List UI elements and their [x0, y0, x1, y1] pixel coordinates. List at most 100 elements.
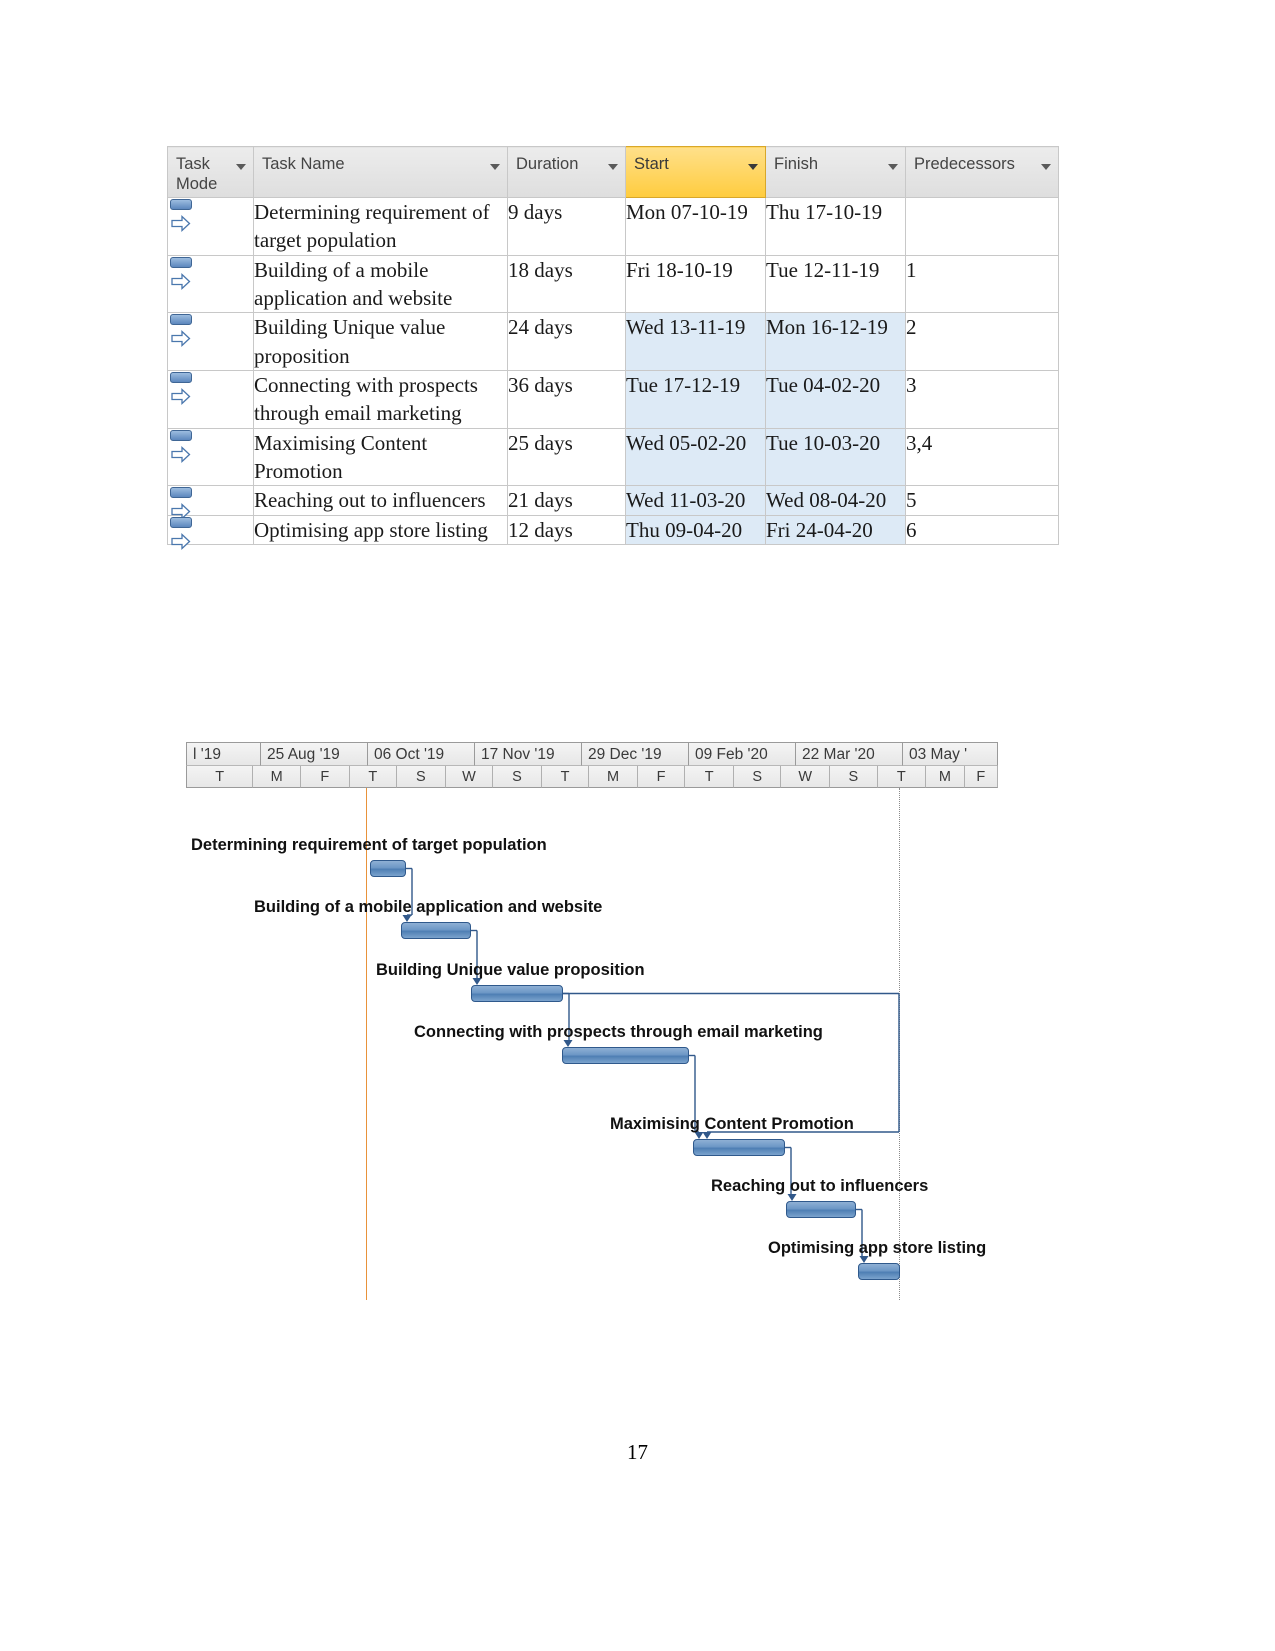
cell-start[interactable]: Wed 05-02-20	[625, 427, 766, 487]
cell-finish[interactable]: Tue 04-02-20	[765, 370, 906, 429]
gantt-bar-label: Building Unique value proposition	[376, 961, 645, 979]
cell-task-mode[interactable]	[167, 514, 254, 550]
task-mode-arrow-icon	[171, 442, 191, 470]
timescale-minor-cell: W	[781, 766, 830, 788]
cell-duration[interactable]: 25 days	[507, 427, 626, 487]
cell-task-name[interactable]: Reaching out to influencers	[253, 485, 508, 516]
cell-predecessors[interactable]: 5	[905, 485, 1059, 516]
filter-dropdown-arrow-icon[interactable]	[490, 164, 500, 170]
filter-dropdown-arrow-icon[interactable]	[1041, 164, 1051, 170]
column-header-task-mode-label: Task Mode	[176, 155, 218, 194]
cell-task-mode[interactable]	[167, 312, 254, 372]
cell-start[interactable]: Mon 07-10-19	[625, 197, 766, 256]
timescale-major-cell: 09 Feb '20	[689, 742, 796, 766]
timescale-major-cell: 29 Dec '19	[582, 742, 689, 766]
cell-finish[interactable]: Thu 17-10-19	[765, 197, 906, 256]
cell-task-mode[interactable]	[167, 370, 254, 429]
cell-start[interactable]: Wed 13-11-19	[625, 312, 766, 372]
column-header-predecessors[interactable]: Predecessors	[905, 146, 1059, 198]
cell-finish[interactable]: Tue 12-11-19	[765, 254, 906, 314]
timescale-major-cell: 22 Mar '20	[796, 742, 903, 766]
timescale-minor-cell: T	[186, 766, 254, 788]
gantt-task-bar[interactable]	[471, 985, 563, 1002]
column-header-finish[interactable]: Finish	[765, 146, 906, 198]
cell-task-mode[interactable]	[167, 427, 254, 487]
cell-duration[interactable]: 36 days	[507, 370, 626, 429]
timescale-major-cell: 25 Aug '19	[261, 742, 368, 766]
filter-dropdown-arrow-icon[interactable]	[236, 164, 246, 170]
cell-duration[interactable]: 18 days	[507, 254, 626, 314]
cell-predecessors[interactable]: 1	[905, 254, 1059, 314]
cell-task-mode[interactable]	[167, 254, 254, 314]
task-dependency-links	[402, 867, 900, 1263]
task-mode-arrow-icon	[171, 384, 191, 412]
filter-dropdown-arrow-icon[interactable]	[888, 164, 898, 170]
table-row[interactable]: Building of a mobile application and web…	[167, 254, 1059, 314]
filter-dropdown-arrow-icon[interactable]	[608, 164, 618, 170]
cell-predecessors[interactable]: 6	[905, 514, 1059, 546]
cell-predecessors[interactable]: 2	[905, 312, 1059, 372]
cell-finish[interactable]: Tue 10-03-20	[765, 427, 906, 487]
gantt-task-bar[interactable]	[693, 1139, 785, 1156]
cell-predecessors[interactable]: 3	[905, 370, 1059, 429]
cell-task-name[interactable]: Maximising Content Promotion	[253, 427, 508, 487]
cell-task-name[interactable]: Connecting with prospects through email …	[253, 370, 508, 429]
column-header-task-name[interactable]: Task Name	[253, 146, 508, 198]
task-table-container: Task Mode Task Name Duration Start Finis…	[167, 146, 1059, 550]
table-row[interactable]: Reaching out to influencers 21 days Wed 11…	[167, 485, 1059, 521]
cell-task-mode[interactable]	[167, 197, 254, 256]
table-row[interactable]: Determining requirement of target popula…	[167, 197, 1059, 256]
filter-dropdown-arrow-icon[interactable]	[748, 164, 758, 170]
table-row[interactable]: Maximising Content Promotion 25 days Wed 0…	[167, 427, 1059, 487]
gantt-bar-label: Determining requirement of target popula…	[191, 836, 547, 854]
column-header-start-label: Start	[634, 155, 669, 173]
cell-start[interactable]: Fri 18-10-19	[625, 254, 766, 314]
cell-task-name[interactable]: Building of a mobile application and web…	[253, 254, 508, 314]
cell-task-name[interactable]: Determining requirement of target popula…	[253, 197, 508, 256]
cell-task-name[interactable]: Building Unique value proposition	[253, 312, 508, 372]
column-header-task-mode[interactable]: Task Mode	[167, 146, 254, 198]
timescale-major-row: l '19 25 Aug '19 06 Oct '19 17 Nov '19 29 De…	[186, 742, 998, 766]
task-mode-bar-icon	[170, 256, 192, 268]
cell-predecessors[interactable]	[905, 197, 1059, 256]
column-header-finish-label: Finish	[774, 155, 819, 173]
cell-duration[interactable]: 21 days	[507, 485, 626, 516]
project-finish-line-marker	[899, 788, 900, 1300]
cell-finish[interactable]: Fri 24-04-20	[765, 514, 906, 546]
column-header-duration[interactable]: Duration	[507, 146, 626, 198]
cell-task-mode[interactable]	[167, 485, 254, 521]
table-row[interactable]: Connecting with prospects through email …	[167, 370, 1059, 429]
cell-duration[interactable]: 24 days	[507, 312, 626, 372]
cell-start[interactable]: Thu 09-04-20	[625, 514, 766, 546]
timescale-minor-cell: M	[589, 766, 638, 788]
gantt-task-bar[interactable]	[786, 1201, 856, 1218]
timescale-minor-cell: F	[964, 766, 998, 788]
gantt-task-bar[interactable]	[858, 1263, 900, 1280]
column-header-task-name-label: Task Name	[262, 155, 345, 173]
cell-task-name[interactable]: Optimising app store listing	[253, 514, 508, 546]
gantt-task-bar[interactable]	[370, 860, 406, 877]
cell-finish[interactable]: Wed 08-04-20	[765, 485, 906, 516]
cell-start[interactable]: Wed 11-03-20	[625, 485, 766, 516]
cell-predecessors[interactable]: 3,4	[905, 427, 1059, 487]
timescale-minor-cell: F	[301, 766, 350, 788]
gantt-task-bar[interactable]	[562, 1047, 689, 1064]
table-body: Determining requirement of target popula…	[167, 197, 1059, 550]
cell-duration[interactable]: 9 days	[507, 197, 626, 256]
table-row[interactable]: Optimising app store listing 12 days Thu 0…	[167, 514, 1059, 550]
timescale-major-cell: 06 Oct '19	[368, 742, 475, 766]
task-mode-arrow-icon	[171, 211, 191, 239]
timescale-minor-cell: S	[829, 766, 878, 788]
gantt-plot-area: Determining requirement of target popula…	[186, 788, 998, 1300]
header-row: Task Mode Task Name Duration Start Finis…	[167, 146, 1059, 198]
cell-finish[interactable]: Mon 16-12-19	[765, 312, 906, 372]
cell-start[interactable]: Tue 17-12-19	[625, 370, 766, 429]
task-mode-bar-icon	[170, 372, 192, 384]
timescale-minor-cell: T	[349, 766, 398, 788]
timescale-minor-cell: S	[397, 766, 446, 788]
column-header-start[interactable]: Start	[625, 146, 766, 198]
cell-duration[interactable]: 12 days	[507, 514, 626, 546]
table-row[interactable]: Building Unique value proposition 24 days…	[167, 312, 1059, 372]
gantt-task-bar[interactable]	[401, 922, 471, 939]
task-entry-table: Task Mode Task Name Duration Start Finis…	[167, 146, 1059, 550]
